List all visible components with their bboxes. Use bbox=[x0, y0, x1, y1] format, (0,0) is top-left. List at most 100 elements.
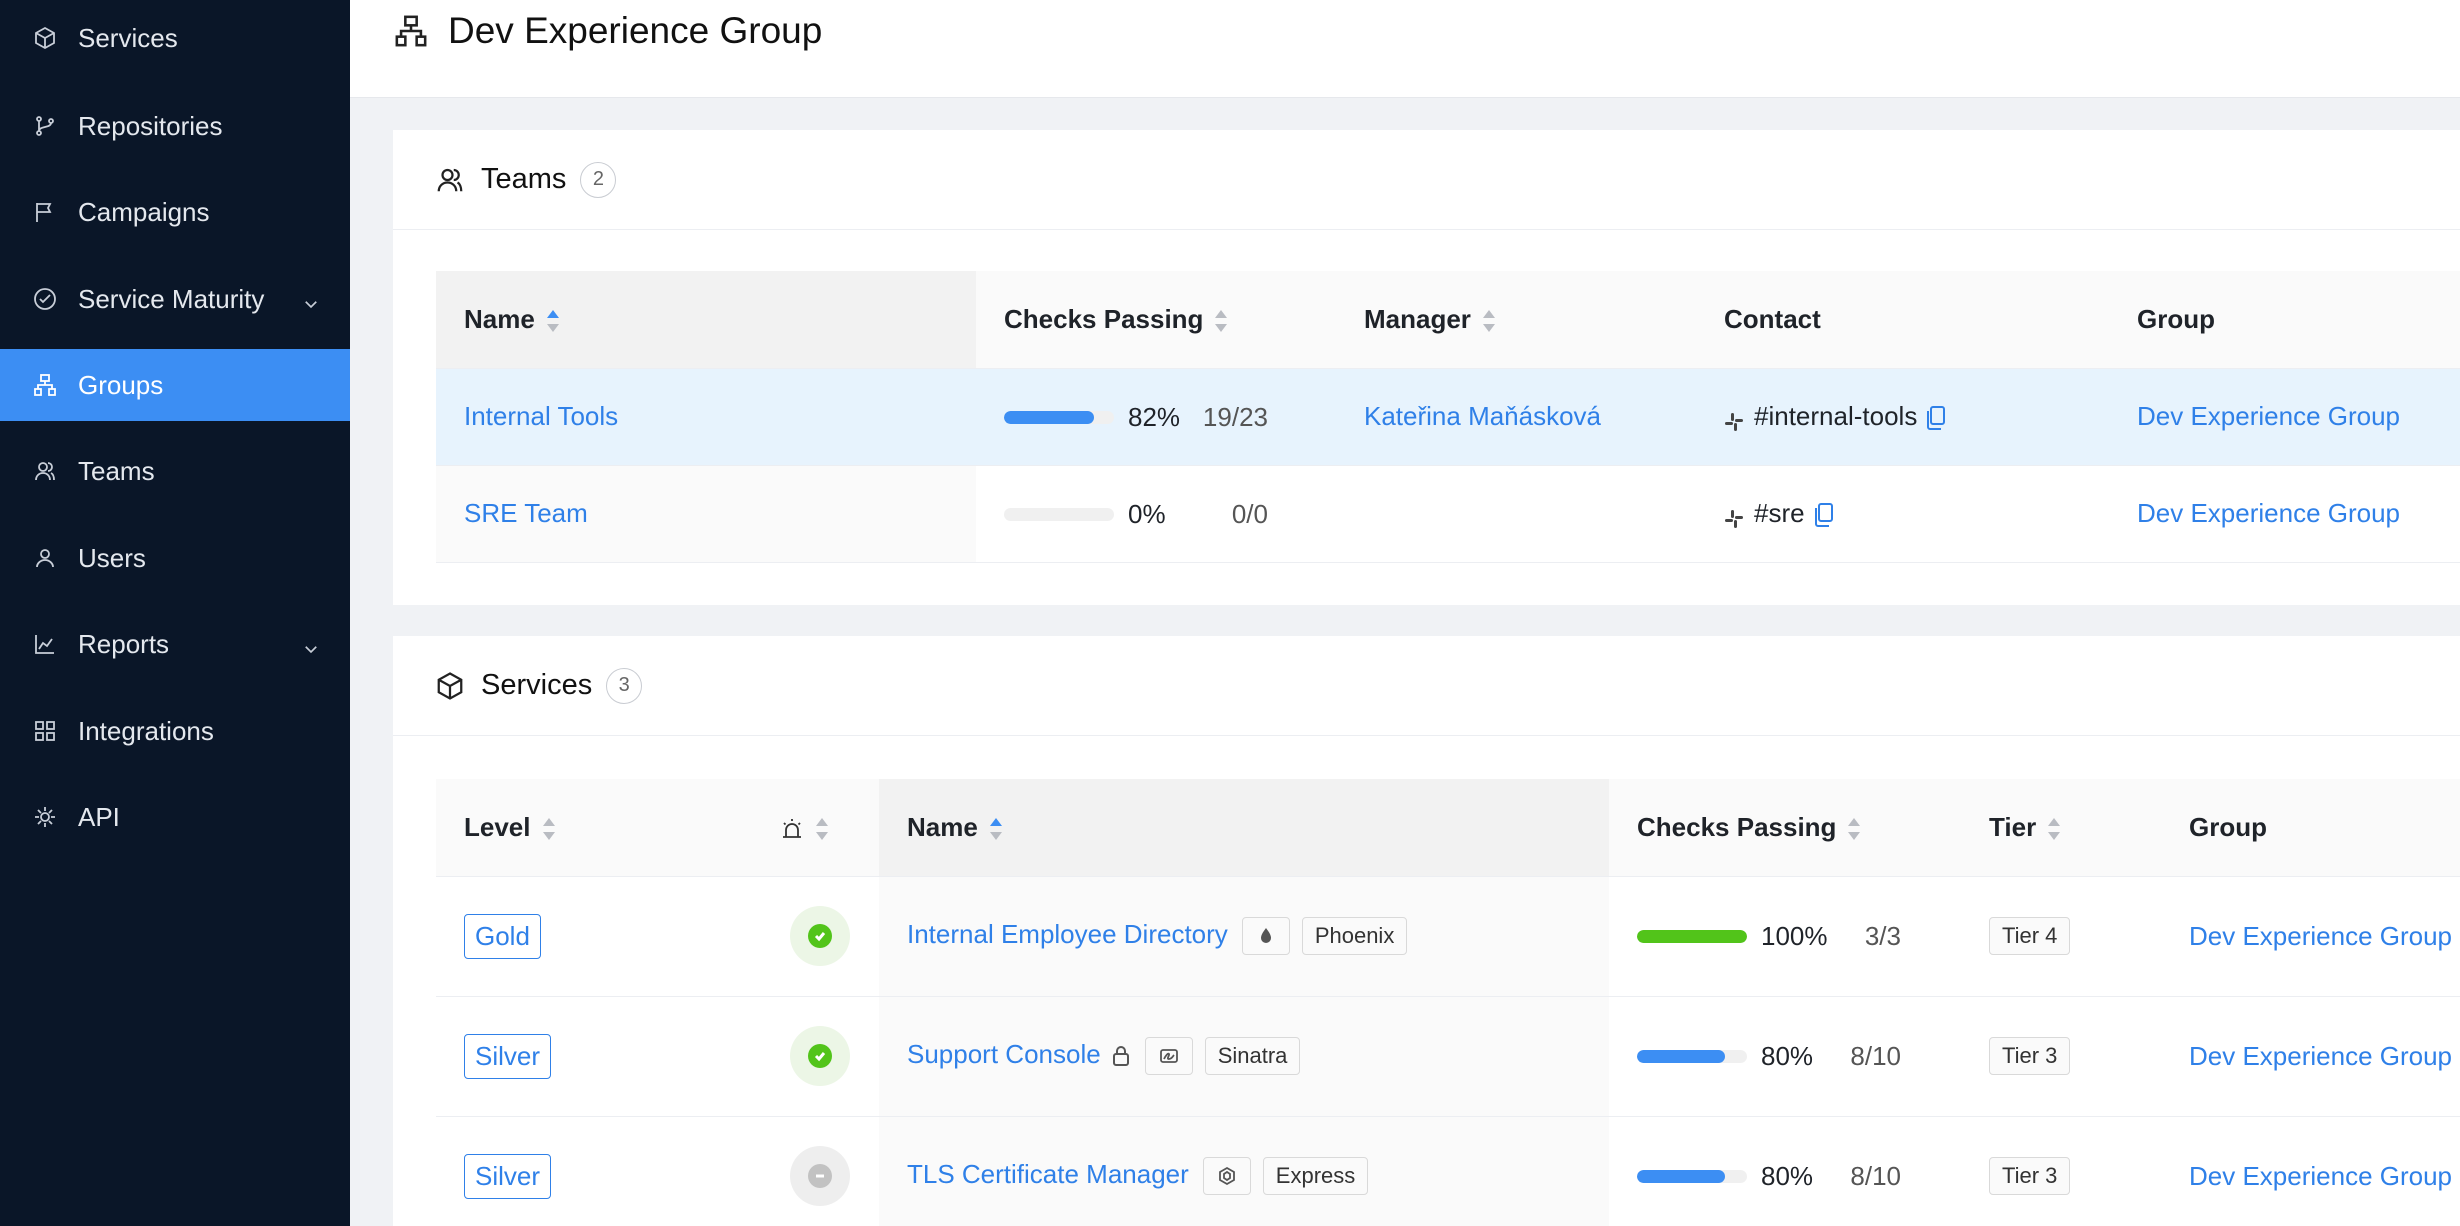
alert-status bbox=[789, 1026, 850, 1086]
service-name-link[interactable]: Support Console bbox=[907, 1039, 1101, 1069]
chevron-down-icon[interactable] bbox=[302, 289, 320, 309]
checks-cell: 82% 19/23 bbox=[976, 368, 1336, 466]
team-icon bbox=[437, 168, 463, 191]
contact-cell: #sre bbox=[1696, 465, 2109, 563]
services-header-row: Level Name Checks Passing Tier Group bbox=[436, 779, 2460, 877]
flag-icon bbox=[32, 199, 58, 225]
lock-icon bbox=[1111, 1044, 1131, 1068]
checks-progress-bar bbox=[1004, 507, 1114, 521]
teams-count-badge: 2 bbox=[580, 161, 617, 198]
table-row[interactable]: Silver Support Console Sinatra 80% 8/10 Ti… bbox=[436, 996, 2460, 1117]
checks-ratio: 19/23 bbox=[1202, 401, 1268, 432]
framework-tag: Sinatra bbox=[1204, 1037, 1301, 1075]
sidebar-item-services[interactable]: Services bbox=[0, 2, 350, 74]
chevron-down-icon[interactable] bbox=[302, 634, 320, 654]
sidebar-item-label: Repositories bbox=[78, 110, 223, 141]
progress-fill bbox=[1637, 1050, 1725, 1064]
sidebar-item-label: Integrations bbox=[78, 715, 214, 746]
sort-icon[interactable] bbox=[542, 817, 555, 841]
checks-cell: 80% 8/10 bbox=[1609, 1116, 1961, 1226]
column-header-alerts[interactable] bbox=[760, 779, 879, 877]
alert-status bbox=[789, 1146, 850, 1206]
team-name-link[interactable]: Internal Tools bbox=[464, 401, 618, 431]
sidebar: Services Repositories Campaigns Service … bbox=[0, 0, 350, 1226]
service-name-link[interactable]: Internal Employee Directory bbox=[907, 919, 1228, 949]
group-link[interactable]: Dev Experience Group bbox=[2189, 1161, 2452, 1191]
sort-icon[interactable] bbox=[546, 309, 559, 333]
contact-handle: #internal-tools bbox=[1754, 401, 1918, 431]
column-header-checks[interactable]: Checks Passing bbox=[1609, 779, 1961, 877]
group-link[interactable]: Dev Experience Group bbox=[2189, 921, 2452, 951]
user-icon bbox=[32, 545, 58, 571]
tier-tag: Tier 3 bbox=[1989, 1157, 2071, 1195]
checks-cell: 80% 8/10 bbox=[1609, 996, 1961, 1117]
sidebar-item-service-maturity[interactable]: Service Maturity bbox=[0, 263, 350, 335]
sidebar-item-label: Reports bbox=[78, 628, 170, 659]
group-link[interactable]: Dev Experience Group bbox=[2137, 498, 2400, 528]
column-header-tier[interactable]: Tier bbox=[1961, 779, 2161, 877]
sort-icon[interactable] bbox=[1848, 817, 1861, 841]
checks-percent: 82% bbox=[1128, 401, 1181, 432]
group-link[interactable]: Dev Experience Group bbox=[2137, 401, 2400, 431]
team-icon bbox=[32, 458, 58, 484]
checks-progress-bar bbox=[1637, 1050, 1747, 1064]
cube-icon bbox=[32, 25, 58, 51]
sort-icon[interactable] bbox=[816, 817, 828, 841]
table-row[interactable]: SRE Team 0% 0/0 #sre Dev Experience Group bbox=[436, 465, 2460, 563]
sort-icon[interactable] bbox=[1215, 309, 1228, 333]
grid-icon bbox=[32, 718, 58, 744]
teams-table: Name Checks Passing Manager Contact Grou… bbox=[436, 271, 2460, 563]
teams-card-header: Teams 2 bbox=[393, 130, 2460, 230]
column-header-name[interactable]: Name bbox=[436, 271, 976, 369]
checks-ratio: 3/3 bbox=[1864, 921, 1901, 952]
sidebar-item-integrations[interactable]: Integrations bbox=[0, 695, 350, 767]
sort-icon[interactable] bbox=[1482, 309, 1495, 333]
copy-icon[interactable] bbox=[1813, 502, 1835, 528]
column-header-group: Group bbox=[2161, 779, 2460, 877]
group-link[interactable]: Dev Experience Group bbox=[2189, 1041, 2452, 1071]
copy-icon[interactable] bbox=[1925, 405, 1947, 431]
api-icon bbox=[32, 804, 58, 830]
level-tag[interactable]: Silver bbox=[464, 1153, 552, 1199]
sidebar-item-api[interactable]: API bbox=[0, 781, 350, 853]
services-title: Services bbox=[481, 669, 593, 701]
checks-progress-bar bbox=[1637, 930, 1747, 944]
checks-cell: 0% 0/0 bbox=[976, 465, 1336, 563]
slack-icon bbox=[1724, 408, 1744, 432]
checks-progress-bar bbox=[1637, 1170, 1747, 1184]
teams-header-row: Name Checks Passing Manager Contact Grou… bbox=[436, 271, 2460, 369]
column-header-name[interactable]: Name bbox=[879, 779, 1609, 877]
sort-icon[interactable] bbox=[989, 817, 1002, 841]
progress-fill bbox=[1637, 1170, 1725, 1184]
column-header-level[interactable]: Level bbox=[436, 779, 760, 877]
hierarchy-icon bbox=[395, 15, 427, 47]
framework-tag: Express bbox=[1262, 1157, 1369, 1195]
contact-handle: #sre bbox=[1754, 498, 1805, 528]
checks-cell: 100% 3/3 bbox=[1609, 876, 1961, 997]
sidebar-item-label: Service Maturity bbox=[78, 283, 265, 314]
column-header-checks[interactable]: Checks Passing bbox=[976, 271, 1336, 369]
checks-percent: 100% bbox=[1761, 921, 1828, 952]
alert-status bbox=[789, 906, 850, 966]
level-tag[interactable]: Silver bbox=[464, 1033, 552, 1079]
sidebar-item-reports[interactable]: Reports bbox=[0, 608, 350, 680]
sort-icon[interactable] bbox=[2048, 817, 2061, 841]
team-name-link[interactable]: SRE Team bbox=[464, 498, 588, 528]
check-circle-icon bbox=[32, 286, 58, 312]
sidebar-item-repositories[interactable]: Repositories bbox=[0, 90, 350, 162]
table-row[interactable]: Silver TLS Certificate Manager Express 80… bbox=[436, 1116, 2460, 1226]
level-tag[interactable]: Gold bbox=[464, 913, 541, 959]
sidebar-item-campaigns[interactable]: Campaigns bbox=[0, 176, 350, 248]
signature-icon bbox=[1144, 1037, 1193, 1075]
service-name-link[interactable]: TLS Certificate Manager bbox=[907, 1159, 1189, 1189]
table-row[interactable]: Internal Tools 82% 19/23 Kateřina Maňásko… bbox=[436, 368, 2460, 466]
services-count-badge: 3 bbox=[606, 667, 643, 704]
sidebar-item-groups[interactable]: Groups bbox=[0, 349, 350, 421]
sidebar-item-users[interactable]: Users bbox=[0, 522, 350, 594]
sidebar-item-label: Teams bbox=[78, 455, 155, 486]
manager-link[interactable]: Kateřina Maňásková bbox=[1364, 401, 1601, 431]
table-row[interactable]: Gold Internal Employee Directory Phoenix … bbox=[436, 876, 2460, 997]
column-header-manager[interactable]: Manager bbox=[1336, 271, 1696, 369]
sidebar-item-label: Campaigns bbox=[78, 196, 210, 227]
sidebar-item-teams[interactable]: Teams bbox=[0, 435, 350, 507]
